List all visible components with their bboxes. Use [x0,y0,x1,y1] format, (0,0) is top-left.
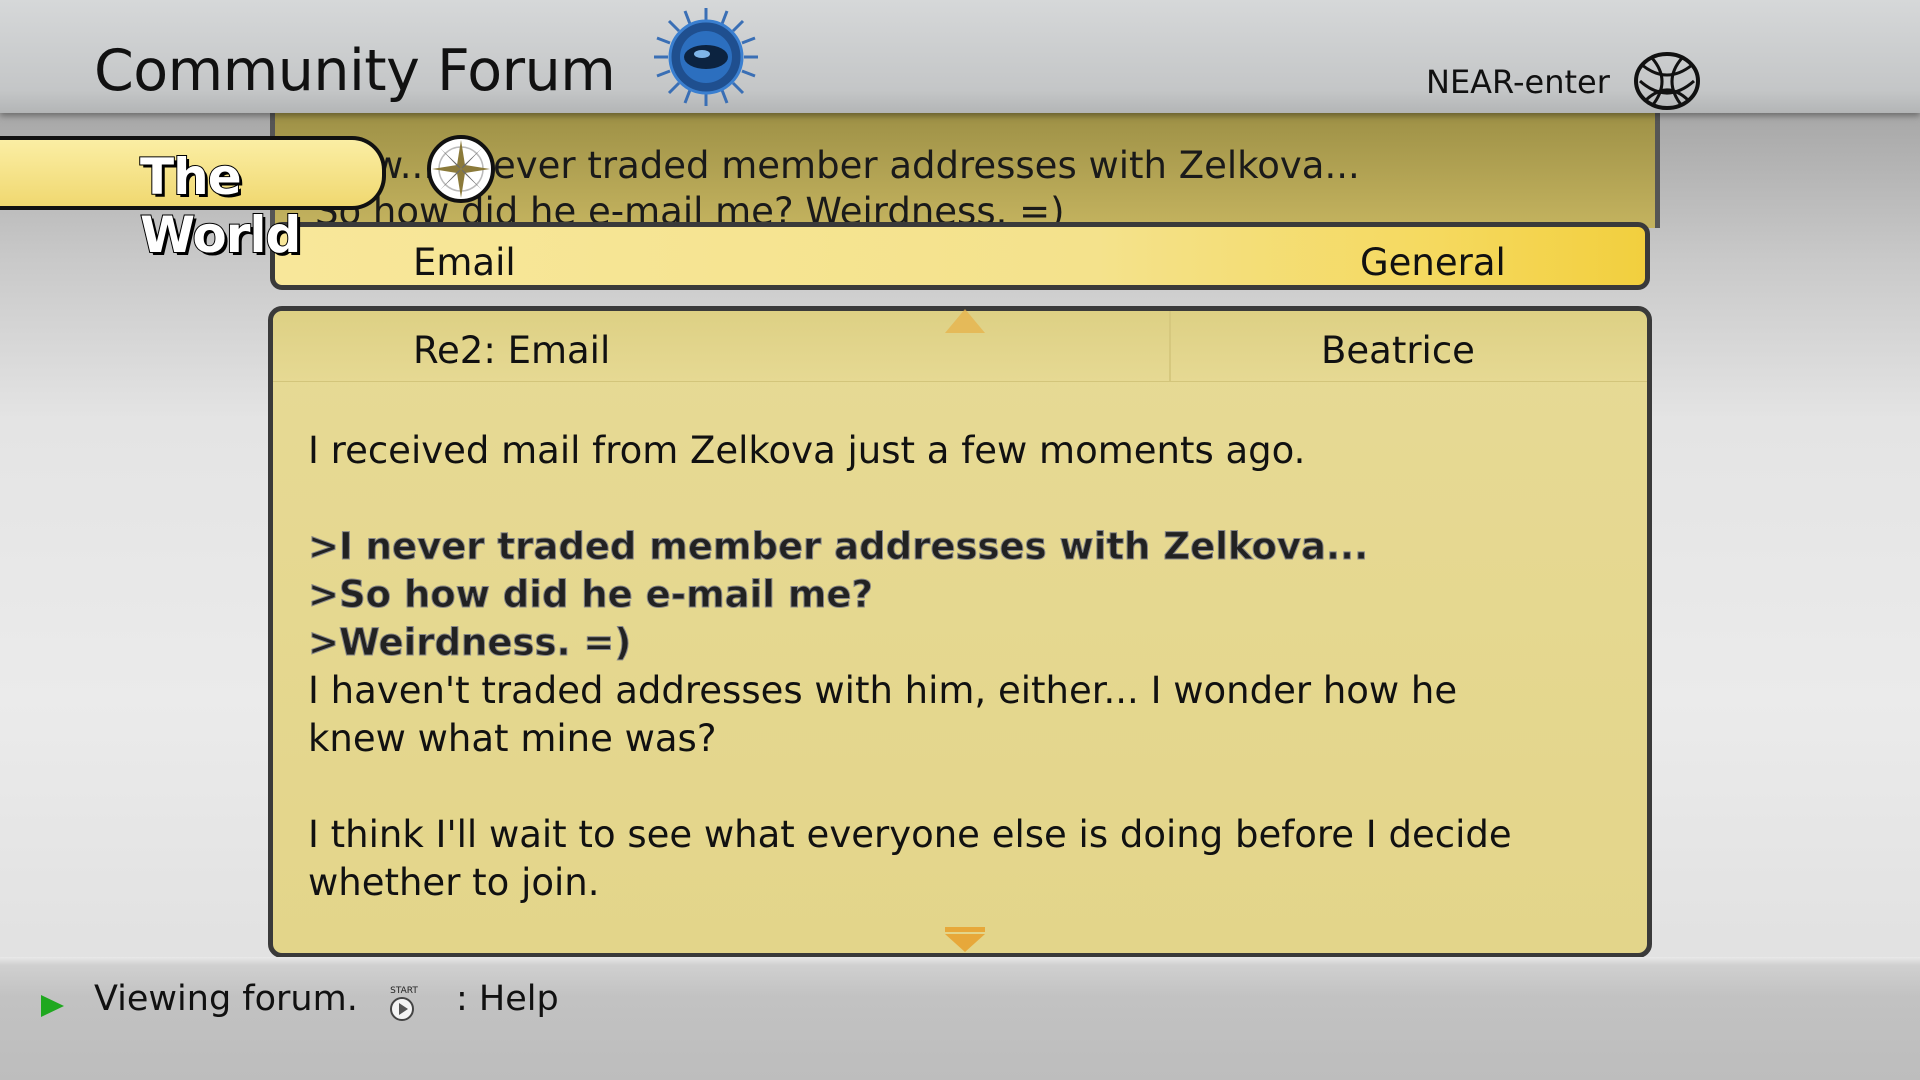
message-line: I received mail from Zelkova just a few … [308,429,1306,472]
help-label: : Help [456,979,559,1019]
quoted-line: >Weirdness. =) [308,621,632,665]
footer-bar: Viewing forum. START : Help [0,957,1920,1080]
scroll-down-arrow-icon[interactable] [943,925,987,953]
play-icon [41,995,64,1017]
message-author: Beatrice [1321,329,1475,372]
message-subject: Re2: Email [413,329,611,372]
quoted-line: >I never traded member addresses with Ze… [308,525,1369,569]
message-panel[interactable]: Re2: Email Beatrice I received mail from… [268,306,1652,958]
page-title: Community Forum [94,38,616,104]
the-world-label: The World [139,147,302,265]
thread-title: Email [413,241,516,284]
compass-icon [427,135,495,203]
start-button-icon[interactable]: START [384,983,424,1023]
start-button-label: START [390,986,418,996]
the-world-tag: The World [0,136,386,265]
message-body: I received mail from Zelkova just a few … [308,427,1608,907]
header-bar: Community Forum NEAR-enter [0,0,1920,113]
globe-icon[interactable] [1632,50,1702,112]
thread-category: General [1360,241,1506,284]
quoted-line: >So how did he e-mail me? [308,573,874,617]
message-line: I think I'll wait to see what everyone e… [308,813,1512,856]
scroll-up-arrow-icon[interactable] [943,307,987,335]
thread-row-selected[interactable]: Email General [270,222,1650,290]
message-line: knew what mine was? [308,717,717,760]
status-text: Viewing forum. [94,979,358,1019]
message-line: whether to join. [308,861,600,904]
near-enter-label: NEAR-enter [1426,63,1610,101]
eye-emblem-icon [654,8,758,106]
message-line: I haven't traded addresses with him, eit… [308,669,1458,712]
header-divider [1169,311,1171,381]
